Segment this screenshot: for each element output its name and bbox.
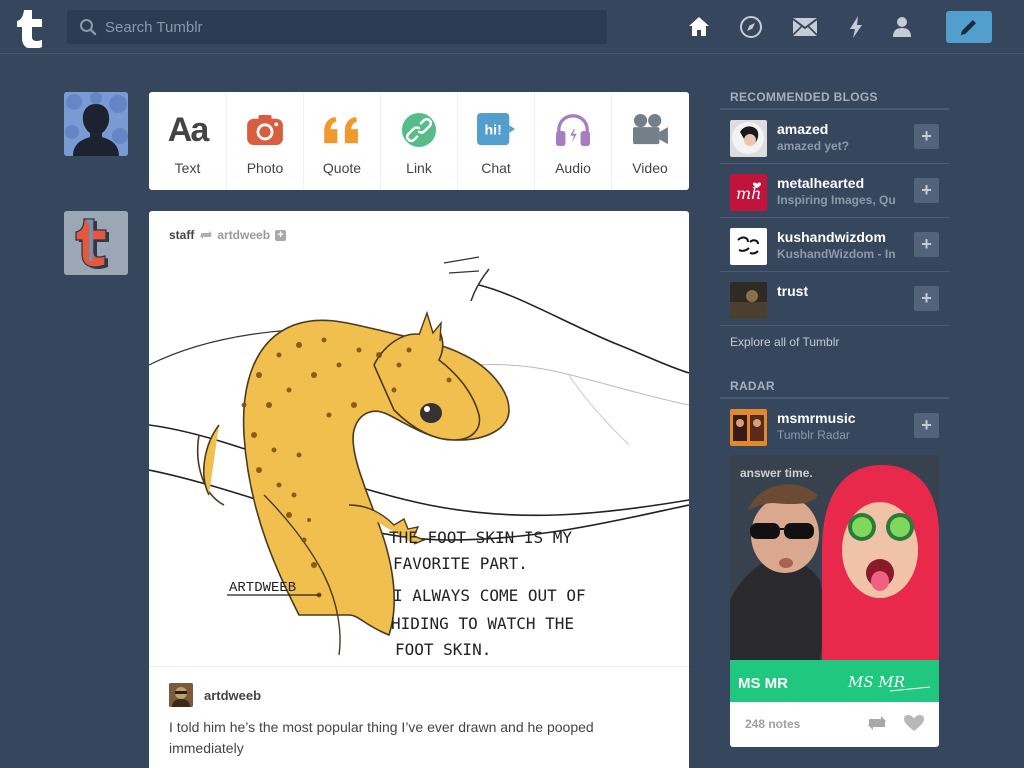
post-type-text[interactable]: Aa Text — [149, 92, 226, 190]
post-source-link[interactable]: artdweeb — [217, 228, 270, 242]
explore-all-link[interactable]: Explore all of Tumblr — [730, 335, 839, 349]
post-type-bar: Aa Text Photo Quote Link hi! Chat Audio — [149, 92, 689, 190]
link-icon — [399, 110, 439, 150]
blog-name[interactable]: kushandwizdom — [777, 229, 886, 245]
search-icon — [80, 19, 97, 36]
staff-avatar[interactable] — [64, 211, 128, 275]
explore-icon[interactable] — [738, 14, 764, 40]
account-icon[interactable] — [889, 14, 915, 40]
radar-image-caption: answer time. — [740, 466, 813, 480]
post-card: staff artdweeb + ARTDWEEB THE FOOT SKIN … — [149, 211, 689, 768]
radar-banner-text: MS MR — [738, 675, 788, 692]
radar-banner-script: MS MR — [847, 673, 905, 691]
inbox-icon[interactable] — [792, 14, 818, 40]
post-type-label: Text — [174, 160, 201, 176]
home-icon[interactable] — [686, 14, 712, 40]
image-text-line: I ALWAYS COME OUT OF — [393, 586, 586, 605]
reblogger-name[interactable]: artdweeb — [204, 688, 261, 703]
blog-subtitle: KushandWizdom - In — [777, 247, 896, 261]
user-avatar[interactable] — [64, 92, 128, 156]
image-text-line: HIDING TO WATCH THE — [391, 614, 574, 633]
search-bar[interactable] — [67, 10, 607, 44]
blog-avatar[interactable] — [730, 228, 767, 265]
follow-blog-button[interactable]: + — [914, 286, 939, 311]
artist-signature: ARTDWEEB — [229, 580, 296, 596]
quote-icon — [322, 110, 362, 150]
blog-name[interactable]: trust — [777, 283, 808, 299]
radar-photo[interactable]: answer time. MS MR MS MR — [730, 455, 939, 702]
camera-icon — [245, 110, 285, 150]
text-icon: Aa — [167, 110, 209, 149]
post-type-label: Photo — [246, 160, 284, 176]
blog-avatar[interactable] — [730, 120, 767, 157]
post-type-quote[interactable]: Quote — [303, 92, 380, 190]
blog-name[interactable]: msmrmusic — [777, 410, 856, 426]
radar-title: RADAR — [730, 379, 775, 393]
post-type-link[interactable]: Link — [380, 92, 457, 190]
post-type-chat[interactable]: hi! Chat — [457, 92, 534, 190]
reblog-icon[interactable] — [866, 714, 888, 732]
reblogger-avatar[interactable] — [169, 683, 193, 707]
post-type-audio[interactable]: Audio — [534, 92, 611, 190]
recommended-blog-item[interactable]: kushandwizdom KushandWizdom - In + — [720, 218, 949, 272]
post-author-link[interactable]: staff — [169, 228, 194, 242]
activity-icon[interactable] — [843, 14, 869, 40]
follow-blog-button[interactable]: + — [914, 178, 939, 203]
headphones-icon — [553, 110, 593, 150]
follow-blog-button[interactable]: + — [914, 124, 939, 149]
post-header: staff artdweeb + — [169, 227, 287, 243]
radar-blog-item[interactable]: msmrmusic Tumblr Radar + — [720, 399, 949, 453]
recommended-blog-item[interactable]: trust + — [720, 272, 949, 326]
heart-icon[interactable] — [903, 714, 925, 732]
svg-text:hi!: hi! — [484, 123, 501, 139]
post-type-label: Video — [632, 160, 668, 176]
video-camera-icon — [630, 110, 670, 150]
post-type-label: Quote — [322, 160, 362, 176]
post-type-label: Link — [406, 160, 432, 176]
image-text-line: THE FOOT SKIN IS MY — [389, 528, 572, 547]
post-type-label: Chat — [481, 160, 511, 176]
top-bar — [0, 0, 1024, 54]
follow-button[interactable]: + — [275, 229, 287, 241]
recommended-blogs-title: RECOMMENDED BLOGS — [730, 90, 878, 104]
post-divider — [149, 666, 689, 667]
blog-avatar[interactable] — [730, 409, 767, 446]
blog-subtitle: Tumblr Radar — [777, 428, 850, 442]
search-input[interactable] — [105, 18, 585, 36]
chat-icon: hi! — [476, 110, 516, 150]
recommended-blog-item[interactable]: amazed amazed yet? + — [720, 110, 949, 164]
blog-subtitle: amazed yet? — [777, 139, 850, 153]
follow-blog-button[interactable]: + — [914, 413, 939, 438]
reblog-comment: I told him he’s the most popular thing I… — [169, 719, 594, 756]
blog-avatar[interactable] — [730, 282, 767, 319]
recommended-blog-item[interactable]: mh metalhearted Inspiring Images, Qu + — [720, 164, 949, 218]
follow-blog-button[interactable]: + — [914, 232, 939, 257]
compose-button[interactable] — [946, 11, 992, 43]
notes-count[interactable]: 248 notes — [745, 717, 800, 731]
blog-name[interactable]: metalhearted — [777, 175, 864, 191]
image-text-line: FOOT SKIN. — [395, 640, 491, 659]
blog-subtitle: Inspiring Images, Qu — [777, 193, 896, 207]
post-type-video[interactable]: Video — [611, 92, 688, 190]
post-photo[interactable]: ARTDWEEB THE FOOT SKIN IS MY FAVORITE PA… — [149, 255, 689, 667]
blog-avatar[interactable]: mh — [730, 174, 767, 211]
post-type-label: Audio — [555, 160, 591, 176]
image-text-line: FAVORITE PART. — [393, 554, 528, 573]
radar-post-card: answer time. MS MR MS MR 248 notes — [730, 455, 939, 747]
post-type-photo[interactable]: Photo — [226, 92, 303, 190]
reblog-icon — [200, 231, 213, 239]
tumblr-logo-icon[interactable] — [16, 6, 50, 48]
reblog-trail-header: artdweeb — [169, 683, 261, 707]
pencil-icon — [960, 19, 977, 36]
blog-name[interactable]: amazed — [777, 121, 828, 137]
